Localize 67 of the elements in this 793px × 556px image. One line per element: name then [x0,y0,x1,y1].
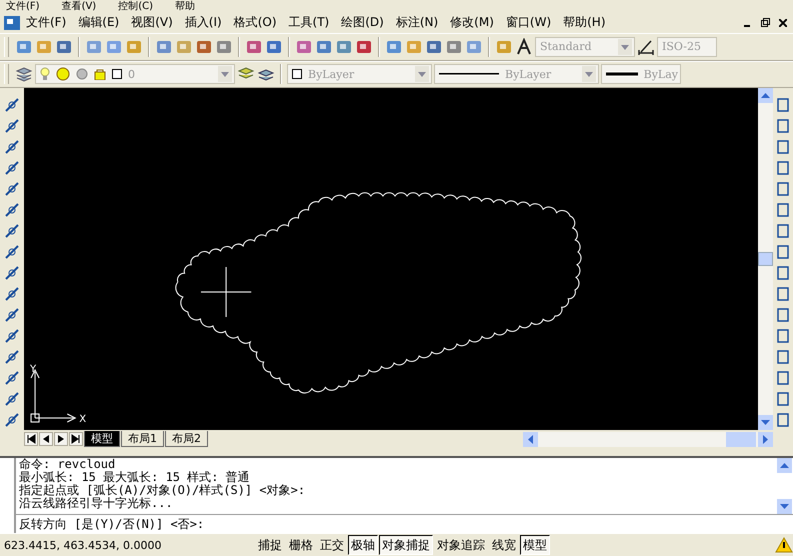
status-toggle-button[interactable]: 线宽 [489,535,519,556]
menu-item[interactable]: 帮助(H) [563,14,606,32]
menu-item[interactable]: 文件(F) [6,0,40,13]
lock-icon [94,68,106,80]
y-axis-label: Y [30,364,36,376]
next-tab-button[interactable] [54,432,68,446]
menu-item[interactable]: 视图(V) [131,14,173,32]
menu-item[interactable]: 格式(O) [234,14,277,32]
coordinates-readout: 623.4415, 463.4534, 0.0000 [3,538,162,552]
scroll-up-button[interactable] [758,88,773,104]
menu-item[interactable]: 窗口(W) [506,14,552,32]
command-line-text: 命令: revcloud [19,458,116,472]
scrollbar-thumb[interactable] [726,432,756,447]
menu-item[interactable]: 标注(N) [396,14,438,32]
scroll-right-button[interactable] [758,432,773,447]
menu-item[interactable]: 修改(M) [450,14,494,32]
first-tab-button[interactable] [24,432,38,446]
drawing-canvas[interactable]: Y X [24,88,758,430]
caret-icon[interactable] [218,66,232,82]
command-line-text: 最小弧长: 15 最大弧长: 15 样式: 普通 [19,471,251,484]
x-axis-label: X [79,414,86,426]
menu-item[interactable]: 绘图(D) [341,14,384,32]
layout-tab[interactable]: 模型 [84,431,120,448]
layout-tab[interactable]: 布局1 [121,431,164,448]
caret-icon[interactable] [415,66,429,82]
menu-item[interactable]: 工具(T) [288,14,330,32]
menu-item[interactable]: 帮助 [175,0,196,13]
color-swatch-icon [292,69,302,80]
menu-item[interactable]: 控制(C) [118,0,154,13]
menu-item[interactable]: 文件(F) [26,14,66,32]
layout-tab[interactable]: 布局2 [165,431,208,448]
horizontal-scrollbar[interactable] [523,432,773,447]
text-style-icon[interactable] [515,38,533,56]
status-toggle-button[interactable]: 栅格 [286,535,316,556]
command-input-field[interactable]: 反转方向 [是(Y)/否(N)] <否>: [14,514,793,534]
status-toggle-button[interactable]: 对象捕捉 [379,535,433,556]
lightbulb-icon [40,66,50,82]
close-icon[interactable] [779,18,787,27]
scroll-down-button[interactable] [777,499,792,514]
command-line-text: 沿云线路径引导十字光标... [19,497,174,510]
scroll-down-button[interactable] [758,415,773,430]
layers-icon[interactable] [15,65,33,84]
thick-line-sample-icon [606,72,638,76]
status-toggle-button[interactable]: 捕捉 [255,535,285,556]
menu-item[interactable]: 查看(V) [62,0,96,13]
restore-icon[interactable] [760,18,770,28]
caret-icon[interactable] [582,66,596,82]
last-tab-button[interactable] [69,432,83,446]
scrollbar-thumb[interactable] [758,252,773,266]
status-toggle-button[interactable]: 极轴 [348,535,378,556]
menu-item[interactable]: 插入(I) [184,14,222,32]
dimension-style-icon[interactable] [637,38,655,56]
color-swatch-icon [112,69,122,80]
warning-icon[interactable] [775,536,793,554]
scroll-up-button[interactable] [777,458,792,474]
app-logo-icon [4,16,20,30]
crosshair-cursor [200,266,252,318]
status-toggle-button[interactable]: 模型 [520,535,550,556]
status-toggle-button[interactable]: 正交 [317,535,347,556]
scroll-left-button[interactable] [523,432,538,447]
menu-item[interactable]: 编辑(E) [78,14,120,32]
previous-tab-button[interactable] [39,432,53,446]
vertical-scrollbar[interactable] [758,88,773,430]
sun-icon [56,67,70,82]
status-toggle-button[interactable]: 对象追踪 [434,535,488,556]
command-line-text: 指定起点或 [弧长(A)/对象(O)/样式(S)] <对象>: [19,484,306,498]
caret-icon[interactable] [618,38,632,55]
